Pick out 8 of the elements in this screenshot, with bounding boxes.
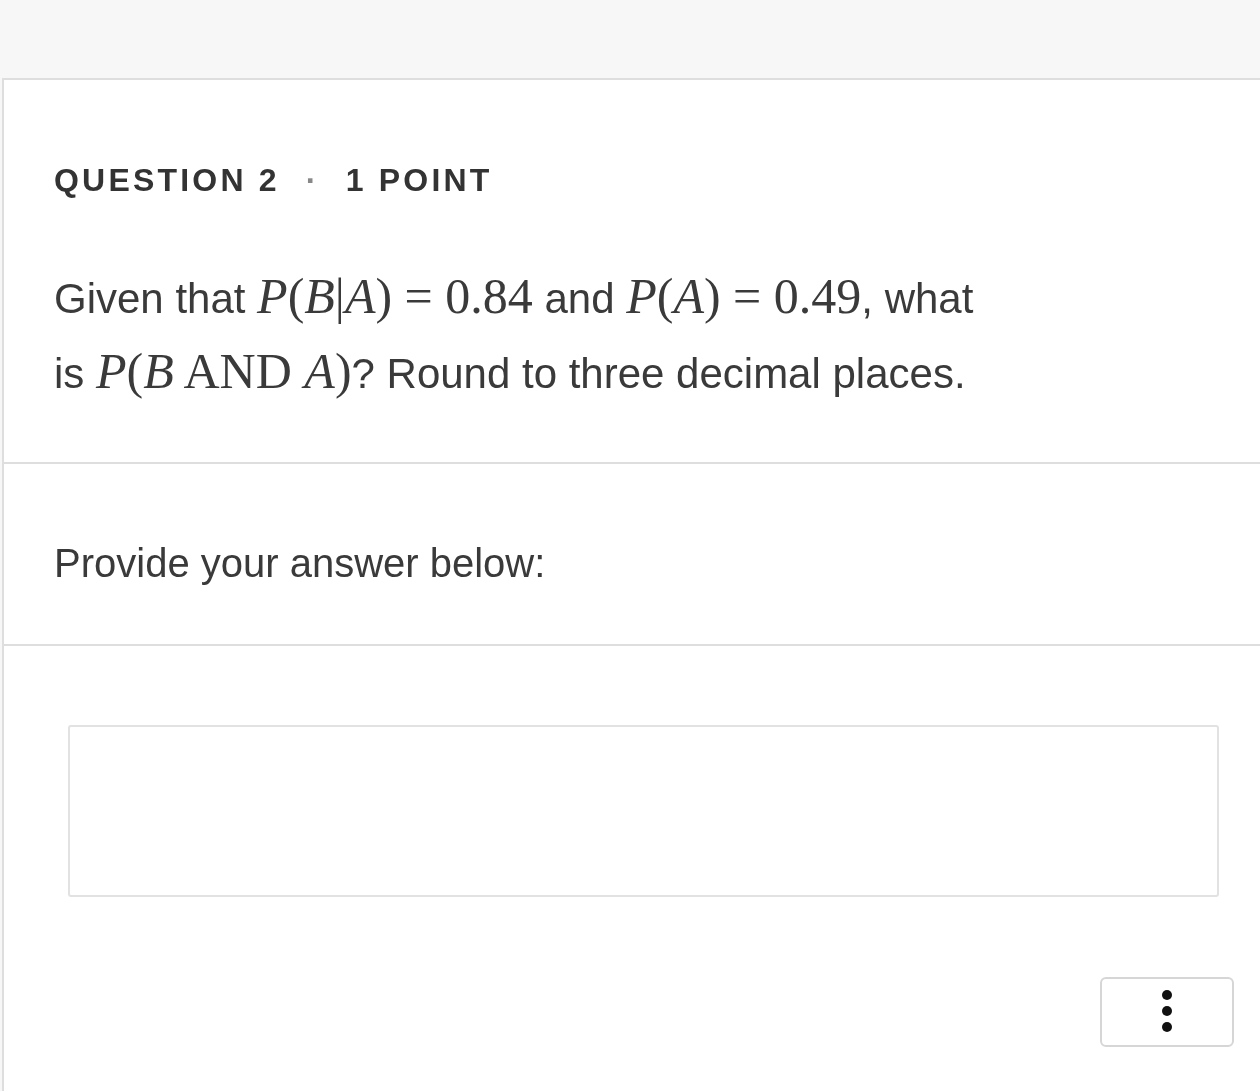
answer-field[interactable] — [68, 725, 1219, 897]
question-points: 1 POINT — [345, 161, 493, 200]
question-number: QUESTION 2 — [54, 161, 280, 200]
more-options-button[interactable] — [1100, 977, 1234, 1047]
question-text: Given that P(B|A) = 0.84 and P(A) = 0.49, what is P(B AND A)? Round to three decimal places. — [54, 267, 975, 401]
separator-dot: · — [305, 161, 320, 200]
answer-instruction: Provide your answer below: — [54, 541, 546, 585]
more-vertical-icon — [1161, 989, 1173, 1033]
